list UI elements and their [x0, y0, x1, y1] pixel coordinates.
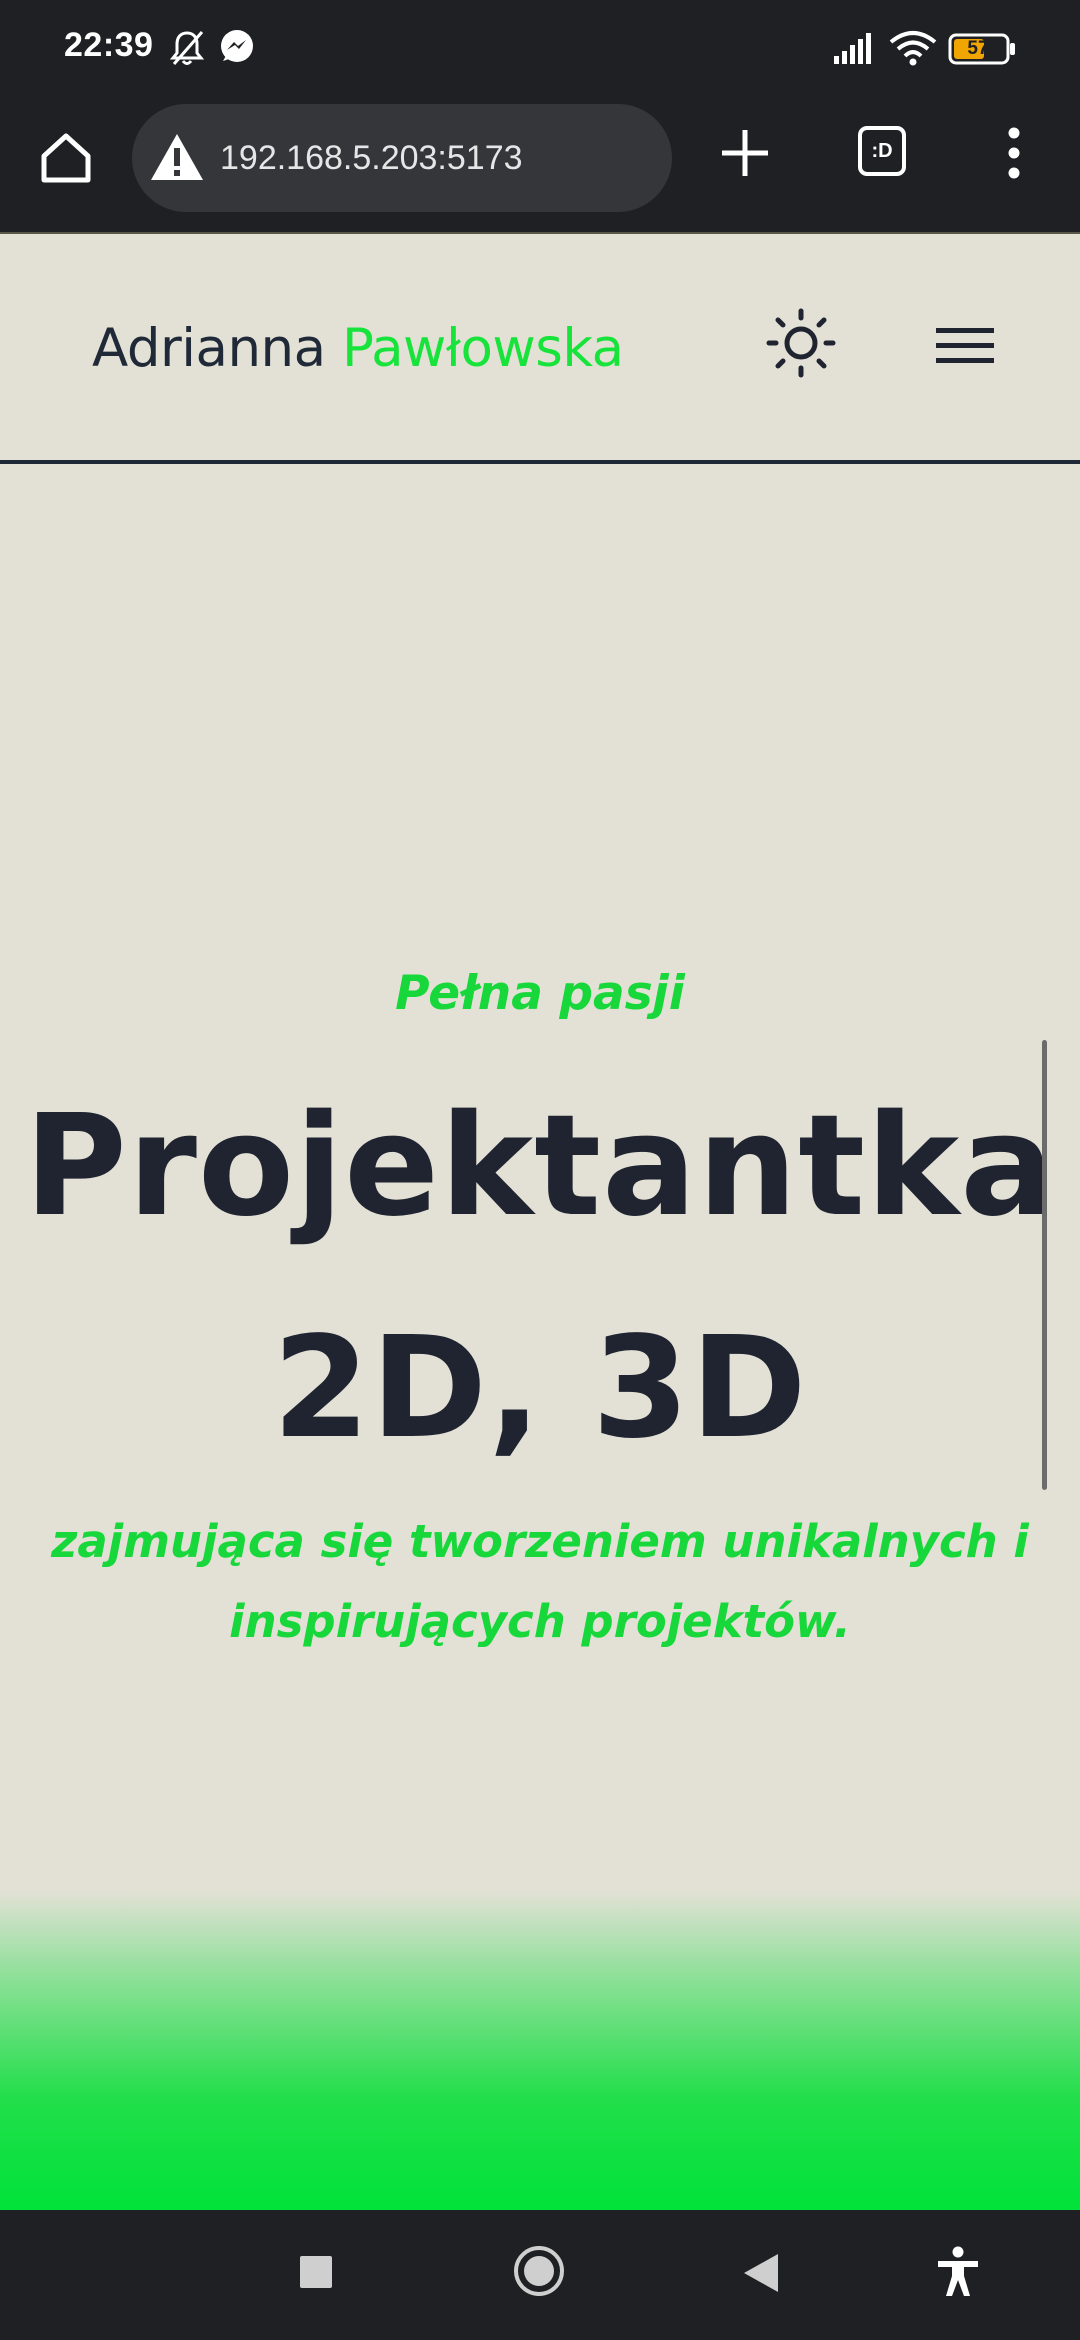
messenger-icon [221, 30, 253, 62]
hero-title-line-2: 2D, 3D [272, 1307, 808, 1470]
tab-switcher-button[interactable]: :D [858, 126, 906, 176]
address-bar[interactable]: 192.168.5.203:5173 [132, 104, 672, 212]
hero-title-line-1: Projektantka [24, 1085, 1056, 1248]
site-header: Adrianna Pawłowska [0, 234, 1080, 464]
bell-off-icon [169, 31, 205, 65]
phone-screen: 22:39 57 192.168.5.203:5173:D Adrianna … [0, 0, 1080, 2340]
hero-subtitle: zajmująca się tworzeniem unikalnych i in… [51, 1515, 1029, 1648]
brand-logo[interactable]: Adrianna Pawłowska [92, 314, 624, 384]
recents-icon[interactable] [298, 2254, 334, 2290]
hamburger-icon[interactable] [936, 326, 994, 366]
brand-first-name: Adrianna [92, 318, 326, 379]
sun-icon[interactable] [766, 308, 836, 378]
plus-icon[interactable] [718, 126, 772, 180]
back-icon[interactable] [738, 2250, 782, 2296]
url-text[interactable]: 192.168.5.203:5173 [220, 104, 523, 212]
hero-kicker: Pełna pasji [395, 966, 685, 1021]
warning-icon[interactable] [148, 130, 206, 184]
status-bar: 22:39 57 [0, 0, 1080, 96]
signal-icon [834, 33, 871, 64]
scrollbar[interactable] [1042, 1040, 1047, 1490]
brand-last-name: Pawłowska [341, 318, 624, 379]
hero-title: Projektantka 2D, 3D [0, 1056, 1080, 1500]
browser-toolbar: 192.168.5.203:5173 :D [0, 96, 1080, 234]
green-gradient-band [0, 1890, 1080, 2210]
navigation-bar [0, 2210, 1080, 2340]
hero-section: Pełna pasji Projektantka 2D, 3D zajmując… [0, 466, 1080, 2210]
battery-level: 57 [967, 38, 989, 59]
status-time: 22:39 [64, 26, 154, 64]
more-vert-icon[interactable] [1000, 124, 1028, 182]
accessibility-icon[interactable] [936, 2246, 980, 2298]
wifi-icon [889, 31, 937, 66]
home-circle-icon[interactable] [512, 2244, 566, 2298]
home-icon[interactable] [36, 128, 96, 188]
